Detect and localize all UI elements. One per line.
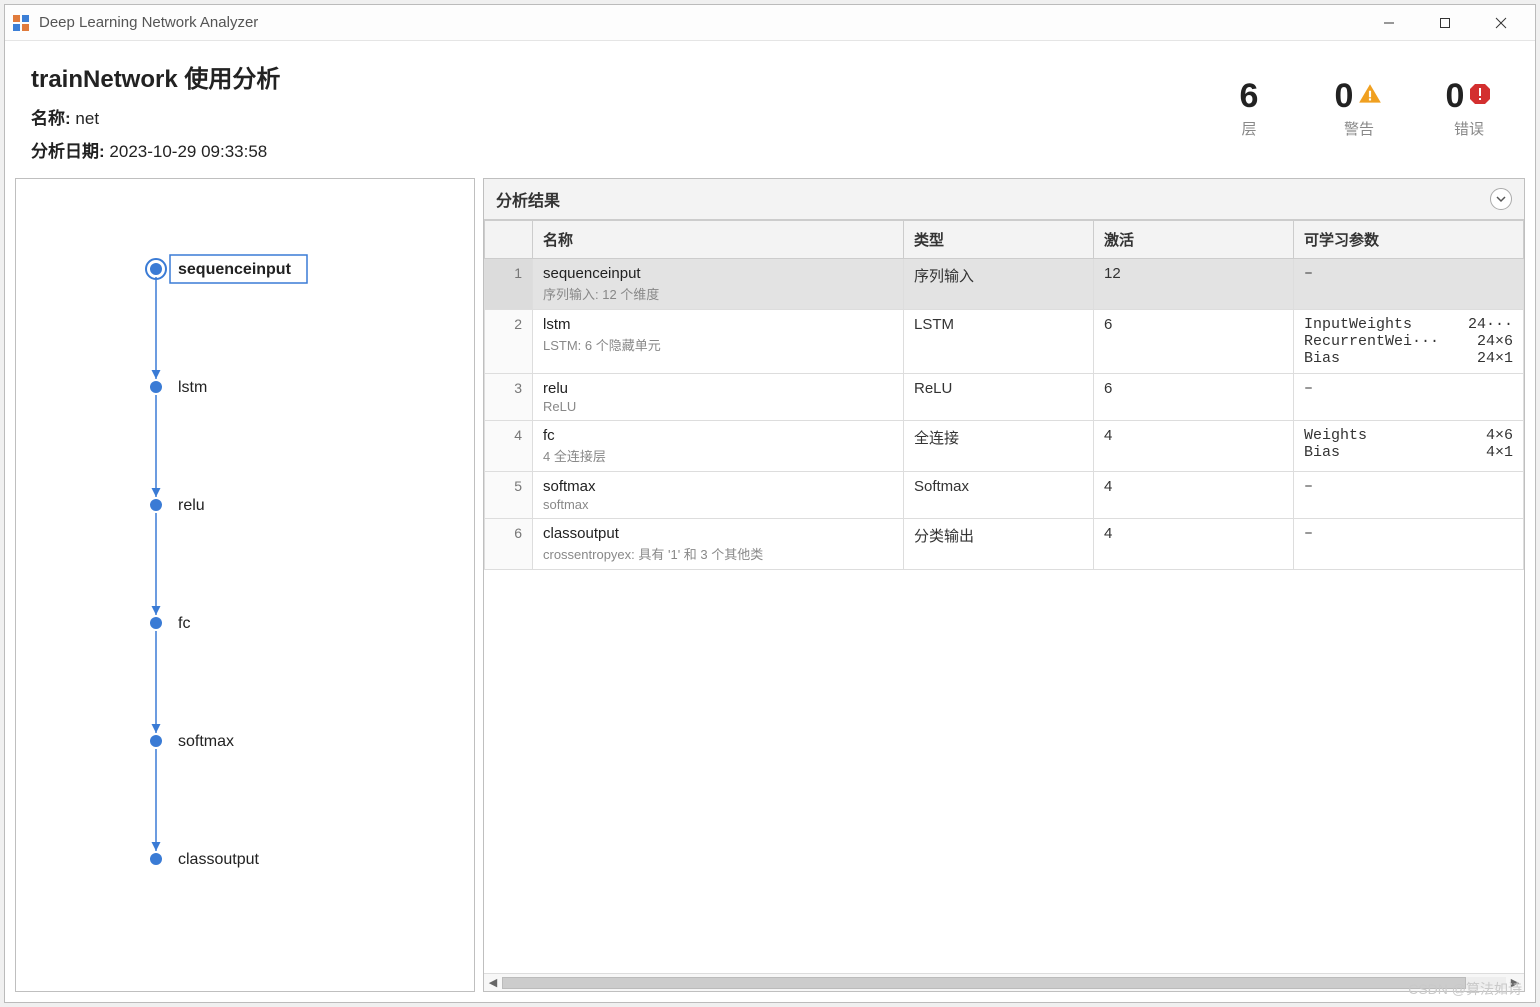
row-index: 6 [485, 519, 533, 570]
maximize-button[interactable] [1417, 5, 1473, 41]
warning-icon [1357, 81, 1383, 112]
table-row[interactable]: 1sequenceinput序列输入: 12 个维度序列输入12– [485, 259, 1524, 310]
layer-graph[interactable]: sequenceinput lstm relu fc softmax classoutpu… [26, 189, 464, 981]
graph-node[interactable] [150, 381, 162, 393]
row-name-cell: sequenceinput序列输入: 12 个维度 [533, 259, 904, 310]
row-activations-cell: 4 [1094, 519, 1294, 570]
table-row[interactable]: 5softmaxsoftmaxSoftmax4– [485, 472, 1524, 519]
horizontal-scrollbar[interactable]: ◀ ▶ [484, 973, 1524, 991]
graph-panel[interactable]: sequenceinput lstm relu fc softmax classoutpu… [15, 178, 475, 992]
results-table-wrap[interactable]: 名称 类型 激活 可学习参数 1sequenceinput序列输入: 12 个维… [484, 220, 1524, 973]
row-type-cell: 全连接 [904, 421, 1094, 472]
scroll-thumb[interactable] [502, 977, 1466, 989]
row-index: 4 [485, 421, 533, 472]
col-name[interactable]: 名称 [533, 221, 904, 259]
row-activations-cell: 4 [1094, 421, 1294, 472]
col-index[interactable] [485, 221, 533, 259]
graph-node[interactable] [150, 499, 162, 511]
graph-node[interactable] [150, 617, 162, 629]
row-activations-cell: 4 [1094, 472, 1294, 519]
results-title: 分析结果 [496, 187, 560, 211]
results-header: 分析结果 [484, 179, 1524, 220]
graph-node-label[interactable]: lstm [178, 379, 207, 396]
row-activations-cell: 6 [1094, 310, 1294, 374]
row-type-cell: Softmax [904, 472, 1094, 519]
row-name-cell: lstmLSTM: 6 个隐藏单元 [533, 310, 904, 374]
row-type-cell: LSTM [904, 310, 1094, 374]
row-index: 3 [485, 374, 533, 421]
table-row[interactable]: 4fc4 全连接层全连接4Weights4×6Bias4×1 [485, 421, 1524, 472]
col-learnables[interactable]: 可学习参数 [1294, 221, 1524, 259]
graph-node[interactable] [150, 263, 162, 275]
header: trainNetwork 使用分析 名称: net 分析日期: 2023-10-… [5, 41, 1535, 172]
row-type-cell: 分类输出 [904, 519, 1094, 570]
row-learnables-cell: Weights4×6Bias4×1 [1294, 421, 1524, 472]
graph-node[interactable] [150, 735, 162, 747]
row-learnables-cell: – [1294, 374, 1524, 421]
minimize-button[interactable] [1361, 5, 1417, 41]
content: sequenceinput lstm relu fc softmax classoutpu… [5, 172, 1535, 1002]
col-type[interactable]: 类型 [904, 221, 1094, 259]
app-icon [11, 13, 31, 33]
error-icon [1468, 82, 1492, 111]
graph-node[interactable] [150, 853, 162, 865]
row-activations-cell: 6 [1094, 374, 1294, 421]
window-title: Deep Learning Network Analyzer [39, 14, 1361, 31]
graph-node-label[interactable]: sequenceinput [178, 261, 292, 278]
row-index: 1 [485, 259, 533, 310]
results-table: 名称 类型 激活 可学习参数 1sequenceinput序列输入: 12 个维… [484, 220, 1524, 570]
graph-node-label[interactable]: relu [178, 497, 205, 514]
analysis-date-row: 分析日期: 2023-10-29 09:33:58 [31, 137, 1219, 162]
expand-button[interactable] [1490, 188, 1512, 210]
row-index: 5 [485, 472, 533, 519]
network-name-row: 名称: net [31, 104, 1219, 129]
app-window: Deep Learning Network Analyzer trainNetw… [4, 4, 1536, 1003]
stat-errors: 0 错误 [1439, 77, 1499, 139]
scroll-left-icon[interactable]: ◀ [484, 976, 502, 989]
row-learnables-cell: – [1294, 519, 1524, 570]
close-button[interactable] [1473, 5, 1529, 41]
row-learnables-cell: InputWeights24···RecurrentWei···24×6Bias… [1294, 310, 1524, 374]
row-learnables-cell: – [1294, 259, 1524, 310]
graph-node-label[interactable]: fc [178, 615, 190, 632]
row-name-cell: reluReLU [533, 374, 904, 421]
row-name-cell: classoutputcrossentropyex: 具有 '1' 和 3 个其… [533, 519, 904, 570]
watermark: CSDN @算法如诗 [1408, 979, 1522, 999]
row-activations-cell: 12 [1094, 259, 1294, 310]
table-row[interactable]: 3reluReLUReLU6– [485, 374, 1524, 421]
page-title: trainNetwork 使用分析 [31, 59, 1219, 94]
results-panel: 分析结果 名称 类型 激活 可学习参数 [483, 178, 1525, 992]
table-row[interactable]: 2lstmLSTM: 6 个隐藏单元LSTM6InputWeights24···… [485, 310, 1524, 374]
row-type-cell: 序列输入 [904, 259, 1094, 310]
graph-node-label[interactable]: softmax [178, 733, 234, 750]
row-name-cell: softmaxsoftmax [533, 472, 904, 519]
stat-warnings: 0 警告 [1329, 77, 1389, 139]
table-row[interactable]: 6classoutputcrossentropyex: 具有 '1' 和 3 个… [485, 519, 1524, 570]
stat-layers: 6 层 [1219, 77, 1279, 139]
row-type-cell: ReLU [904, 374, 1094, 421]
row-name-cell: fc4 全连接层 [533, 421, 904, 472]
window-controls [1361, 5, 1529, 41]
row-learnables-cell: – [1294, 472, 1524, 519]
titlebar: Deep Learning Network Analyzer [5, 5, 1535, 41]
col-activations[interactable]: 激活 [1094, 221, 1294, 259]
graph-node-label[interactable]: classoutput [178, 851, 259, 868]
row-index: 2 [485, 310, 533, 374]
stats: 6 层 0 警告 0 错误 [1219, 59, 1509, 139]
